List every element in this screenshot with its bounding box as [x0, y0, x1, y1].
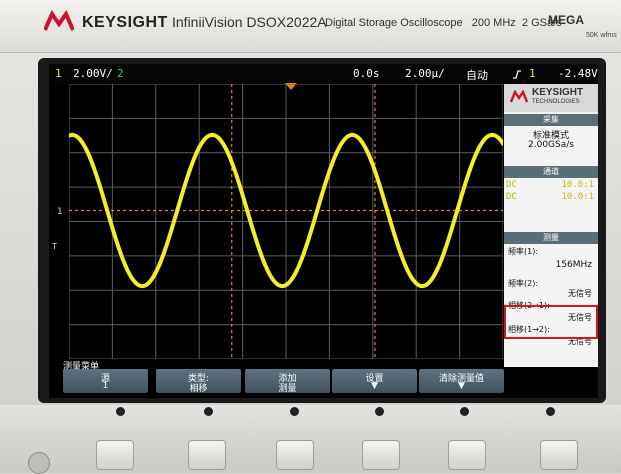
measurement-label: 频率(2):	[508, 279, 539, 288]
softkey-arrow-icon: ▼	[458, 381, 465, 391]
time-offset[interactable]: 0.0s	[353, 67, 380, 80]
channel-1-coupling: DC	[506, 180, 517, 190]
brand-name: KEYSIGHT	[82, 14, 168, 31]
ch1-scale[interactable]: 2.00V/	[73, 67, 113, 80]
side-panel-brand: KEYSIGHT TECHNOLOGIES	[504, 84, 598, 112]
brand-bar: KEYSIGHT InfiniiVision DSOX2022A Digital…	[0, 0, 621, 53]
softkey-value: 1	[102, 381, 109, 391]
softkey-3-button[interactable]	[290, 407, 299, 416]
softkey-1-button[interactable]	[116, 407, 125, 416]
softkey-2-button[interactable]	[204, 407, 213, 416]
front-button[interactable]	[276, 440, 314, 470]
softkey-value: 相移	[189, 384, 208, 394]
channels-section-title: 通道	[504, 166, 598, 178]
graticule-grid	[69, 84, 503, 359]
acquire-rate: 2.00GSa/s	[528, 140, 574, 150]
measure-section-title: 测量	[504, 232, 598, 244]
front-button[interactable]	[540, 440, 578, 470]
measurement-label: 频率(1):	[508, 247, 539, 256]
status-bar: 1 2.00V/ 2 0.0s 2.00µ/ 自动 1 -2.48V	[49, 64, 598, 84]
measurement-value: 156MHz	[555, 260, 592, 270]
model-name: InfiniiVision DSOX2022A	[172, 14, 327, 30]
side-brand-name: KEYSIGHT	[532, 87, 584, 98]
channel-2-info: DC 10.0:1	[506, 192, 596, 202]
front-button[interactable]	[448, 440, 486, 470]
display-screen: 1 2.00V/ 2 0.0s 2.00µ/ 自动 1 -2.48V 1 T K…	[49, 64, 598, 398]
softkey-source[interactable]: 源 1	[63, 369, 148, 393]
channel-1-probe: 10.0:1	[561, 180, 594, 190]
series-name: MEGA	[548, 13, 584, 27]
frequency-highlight-box	[504, 305, 598, 339]
waveform-graticule	[69, 84, 503, 359]
channel-2-probe: 10.0:1	[561, 192, 594, 202]
softkey-add-measurement[interactable]: 添加 测量	[245, 369, 330, 394]
trigger-level[interactable]: -2.48V	[558, 67, 598, 80]
measurement-value: 无信号	[568, 289, 592, 298]
keysight-mini-logo-icon	[510, 90, 528, 103]
front-button[interactable]	[188, 440, 226, 470]
softkey-6-button[interactable]	[546, 407, 555, 416]
channel-2-coupling: DC	[506, 192, 517, 202]
power-knob[interactable]	[28, 452, 50, 474]
ch1-label[interactable]: 1	[55, 67, 62, 80]
softkey-5-button[interactable]	[460, 407, 469, 416]
series-sub: 50K wfms	[586, 32, 617, 39]
trigger-level-marker[interactable]: T	[52, 242, 57, 251]
keysight-logo-icon	[44, 10, 74, 31]
instrument-description: Digital Storage Oscilloscope 200 MHz 2 G…	[325, 17, 562, 29]
ch2-label[interactable]: 2	[117, 67, 124, 80]
front-button[interactable]	[362, 440, 400, 470]
ch1-ground-marker[interactable]: 1	[57, 207, 62, 217]
softkey-clear-measurements[interactable]: 清除测量值 ▼	[419, 369, 504, 393]
trigger-mode[interactable]: 自动	[466, 67, 488, 83]
softkey-value: 测量	[278, 384, 297, 394]
channel-1-info: DC 10.0:1	[506, 180, 596, 190]
bandwidth-text: 200 MHz	[471, 17, 516, 29]
trigger-source[interactable]: 1	[529, 67, 536, 80]
acquire-section-title: 采集	[504, 114, 598, 126]
description-text: Digital Storage Oscilloscope	[325, 17, 463, 29]
side-brand-sub: TECHNOLOGIES	[532, 99, 580, 105]
softkey-type[interactable]: 类型: 相移	[156, 369, 241, 394]
softkey-settings[interactable]: 设置 ▼	[332, 369, 417, 393]
front-button[interactable]	[96, 440, 134, 470]
softkey-4-button[interactable]	[375, 407, 384, 416]
time-scale[interactable]: 2.00µ/	[405, 67, 445, 80]
softkey-arrow-icon: ▼	[371, 381, 378, 391]
trigger-edge-icon	[513, 70, 521, 79]
